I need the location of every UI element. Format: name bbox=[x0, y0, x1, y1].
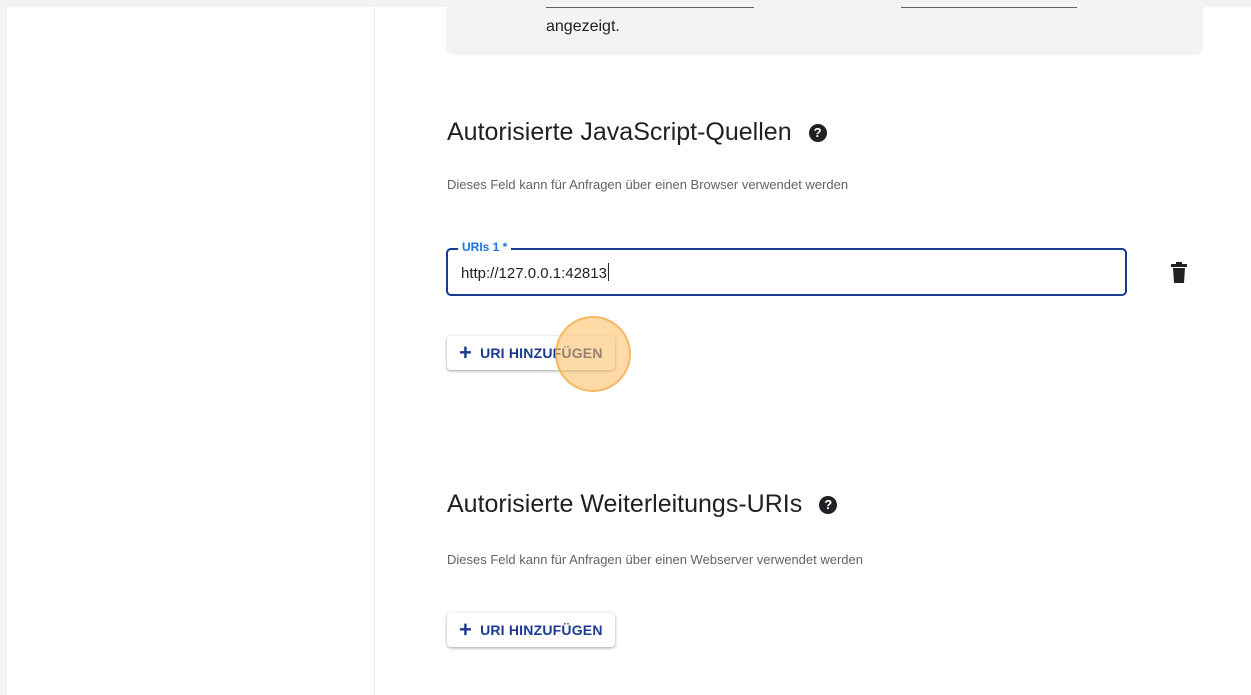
js-origins-title-text: Autorisierte JavaScript-Quellen bbox=[447, 118, 792, 146]
add-uri-label: URI HINZUFÜGEN bbox=[480, 622, 603, 638]
sidebar-divider bbox=[374, 7, 375, 695]
js-origins-description: Dieses Feld kann für Anfragen über einen… bbox=[447, 177, 849, 192]
info-link-underline[interactable] bbox=[546, 7, 754, 8]
redirect-uris-title: Autorisierte Weiterleitungs-URIs ? bbox=[447, 490, 838, 519]
uri-input-value[interactable]: http://127.0.0.1:42813 bbox=[461, 263, 609, 282]
uri-field-label: URIs 1 * bbox=[458, 240, 512, 254]
text-caret bbox=[607, 263, 609, 281]
click-indicator bbox=[555, 316, 631, 392]
plus-icon: + bbox=[459, 340, 473, 365]
uri-input-field[interactable]: URIs 1 * http://127.0.0.1:42813 bbox=[446, 240, 1127, 296]
js-origins-title: Autorisierte JavaScript-Quellen ? bbox=[447, 118, 827, 147]
info-box: angezeigt. bbox=[446, 7, 1203, 55]
info-link-underline[interactable] bbox=[901, 7, 1077, 8]
add-redirect-uri-button[interactable]: + URI HINZUFÜGEN bbox=[447, 613, 615, 647]
redirect-uris-description: Dieses Feld kann für Anfragen über einen… bbox=[447, 552, 863, 567]
sidebar bbox=[7, 7, 374, 695]
help-icon[interactable]: ? bbox=[819, 495, 838, 514]
info-text: angezeigt. bbox=[546, 18, 620, 35]
plus-icon: + bbox=[459, 617, 473, 642]
redirect-uris-title-text: Autorisierte Weiterleitungs-URIs bbox=[447, 490, 803, 518]
trash-icon[interactable] bbox=[1170, 262, 1188, 284]
help-icon[interactable]: ? bbox=[808, 123, 827, 142]
page-frame: angezeigt. Autorisierte JavaScript-Quell… bbox=[7, 7, 1251, 695]
